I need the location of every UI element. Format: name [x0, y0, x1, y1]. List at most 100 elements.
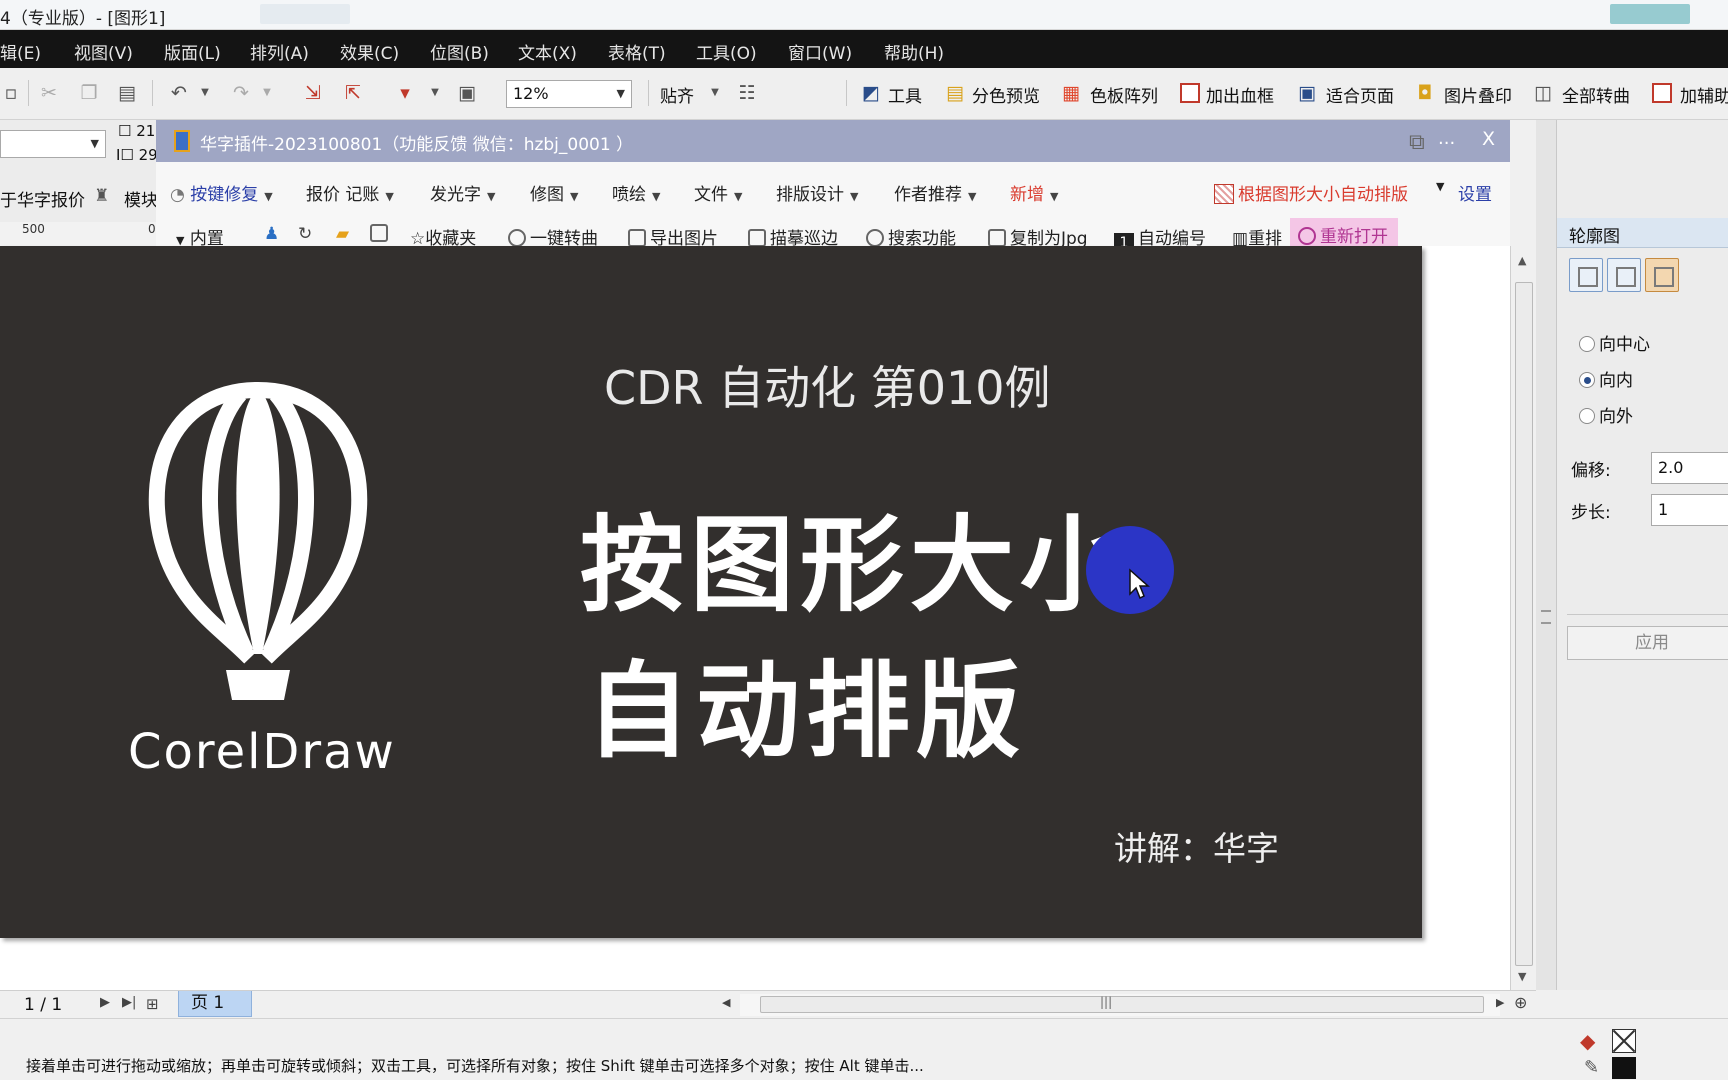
plugin-menu-layout-design[interactable]: 排版设计 ▼ — [776, 180, 858, 205]
vertical-scroll-thumb[interactable] — [1515, 282, 1533, 966]
chevron-down-icon: ▼ — [616, 87, 625, 100]
folder-icon[interactable]: ▰ — [336, 224, 349, 244]
paste-icon[interactable]: ▤ — [116, 82, 138, 104]
vertical-scrollbar[interactable]: ▲ ▼ — [1510, 246, 1536, 990]
page-width-field[interactable]: ☐ 21 — [118, 122, 155, 140]
plugin-close-button[interactable]: X — [1482, 128, 1495, 150]
contour-docker: ⧉ 轮廓图 向中心 向内 向外 偏移: 2.0 步长: 1 应用 — [1409, 120, 1728, 990]
page-navigator: 1 / 1 ▶ ▶| ⊞ 页 1 ◀ ||| ▶ ⊕ — [0, 990, 1536, 1018]
horizontal-scrollbar[interactable]: ||| — [740, 994, 1500, 1016]
page-size-select[interactable]: ▼ — [0, 130, 106, 158]
offset-input[interactable]: 2.0 — [1651, 452, 1728, 484]
add-bleed-frame-button[interactable]: 加出血框 — [1206, 82, 1274, 107]
fill-color-swatch[interactable] — [1612, 1029, 1636, 1053]
page-height-field[interactable]: I☐ 29 — [116, 146, 158, 164]
add-page-icon[interactable]: ⊞ — [146, 995, 159, 1013]
apply-button[interactable]: 应用 — [1567, 626, 1728, 660]
horizontal-ruler[interactable]: 500 0 — [0, 222, 160, 248]
mouse-pointer-icon — [1129, 568, 1150, 600]
redo-icon[interactable]: ↷ — [230, 82, 252, 104]
restore-window-icon[interactable]: ⧉ — [1409, 130, 1425, 155]
plugin-menu-glow-letters[interactable]: 发光字 ▼ — [430, 180, 495, 205]
contour-inside-button[interactable] — [1607, 258, 1641, 292]
module-button[interactable]: 模块 — [124, 186, 158, 211]
docker-divider — [1567, 614, 1728, 615]
radio-selected-icon — [1579, 372, 1595, 388]
fit-page-button[interactable]: 适合页面 — [1326, 82, 1394, 107]
steps-input[interactable]: 1 — [1651, 494, 1728, 526]
horizontal-scroll-thumb[interactable] — [760, 996, 1484, 1013]
contour-to-center-button[interactable] — [1569, 258, 1603, 292]
outline-color-swatch[interactable] — [1612, 1057, 1636, 1079]
ruler-tick-label: 500 — [22, 222, 45, 236]
snap-to-button[interactable]: 贴齐 — [660, 82, 694, 107]
radio-to-center[interactable]: 向中心 — [1579, 330, 1650, 355]
cut-icon[interactable]: ✂ — [38, 82, 60, 104]
plugin-menu-key-repair[interactable]: ◔ 按键修复 ▼ — [170, 180, 273, 205]
import-icon[interactable]: ⇲ — [302, 82, 324, 104]
docker-header[interactable]: 轮廓图 — [1557, 218, 1728, 248]
user-icon[interactable]: ♟ — [264, 224, 279, 244]
menu-layout[interactable]: 版面(L) — [164, 39, 221, 64]
plugin-menu-new[interactable]: 新增 ▼ — [1010, 180, 1058, 205]
scroll-down-icon[interactable]: ▼ — [1518, 970, 1526, 983]
menu-bar: 辑(E) 视图(V) 版面(L) 排列(A) 效果(C) 位图(B) 文本(X)… — [0, 30, 1728, 68]
menu-window[interactable]: 窗口(W) — [788, 39, 852, 64]
plugin-titlebar[interactable]: 华字插件-2023100801（功能反馈 微信：hzbj_0001 ） ... … — [156, 120, 1510, 162]
scroll-right-icon[interactable]: ▶ — [1496, 996, 1504, 1009]
export-icon[interactable]: ⇱ — [342, 82, 364, 104]
quote-button[interactable]: 于华字报价 — [0, 186, 85, 211]
menu-bitmaps[interactable]: 位图(B) — [430, 39, 489, 64]
scroll-left-icon[interactable]: ◀ — [722, 996, 730, 1009]
undo-icon[interactable]: ↶ — [168, 82, 190, 104]
radio-inside[interactable]: 向内 — [1579, 366, 1633, 391]
docker-splitter[interactable] — [1536, 120, 1556, 990]
radio-circle-icon — [1579, 408, 1595, 424]
last-page-icon[interactable]: ▶| — [122, 995, 136, 1010]
menu-arrange[interactable]: 排列(A) — [250, 39, 309, 64]
next-page-icon[interactable]: ▶ — [100, 995, 110, 1010]
plugin-menu-author-picks[interactable]: 作者推荐 ▼ — [894, 180, 976, 205]
plugin-minimize-button[interactable]: ... — [1438, 128, 1455, 149]
image-overprint-button[interactable]: 图片叠印 — [1444, 82, 1512, 107]
snap-dropdown-icon[interactable]: ▼ — [704, 82, 726, 104]
zoom-navigator-icon[interactable]: ⊕ — [1514, 993, 1527, 1012]
menu-help[interactable]: 帮助(H) — [884, 39, 944, 64]
settings-button[interactable]: 设置 — [1458, 180, 1492, 205]
convert-all-to-curves-button[interactable]: 全部转曲 — [1562, 82, 1630, 107]
auto-layout-dropdown-icon[interactable]: ▼ — [1436, 180, 1444, 193]
chevron-down-icon: ▼ — [850, 190, 859, 203]
scroll-up-icon[interactable]: ▲ — [1518, 254, 1526, 267]
open-icon[interactable]: ▫ — [0, 82, 22, 104]
plugin-menu-quote[interactable]: 报价 记账 ▼ — [306, 180, 394, 205]
application-launcher-icon[interactable]: ▾ — [394, 82, 416, 104]
redo-dropdown-icon[interactable]: ▼ — [256, 82, 278, 104]
auto-layout-button[interactable]: 根据图形大小自动排版 — [1214, 180, 1408, 205]
text-tool-icon[interactable] — [370, 224, 392, 244]
copy-icon[interactable]: ❐ — [78, 82, 100, 104]
page-tab[interactable]: 页 1 — [178, 991, 252, 1017]
zoom-level-select[interactable]: 12% ▼ — [506, 80, 632, 108]
menu-effects[interactable]: 效果(C) — [340, 39, 399, 64]
menu-view[interactable]: 视图(V) — [74, 39, 133, 64]
undo-dropdown-icon[interactable]: ▼ — [194, 82, 216, 104]
menu-tools[interactable]: 工具(O) — [696, 39, 757, 64]
menu-text[interactable]: 文本(X) — [518, 39, 577, 64]
menu-edit[interactable]: 辑(E) — [0, 39, 41, 64]
options-icon[interactable]: ☷ — [736, 82, 758, 104]
radio-outside[interactable]: 向外 — [1579, 402, 1633, 427]
file-label: 文件 — [694, 185, 728, 205]
palette-array-button[interactable]: 色板阵列 — [1090, 82, 1158, 107]
contour-outside-button[interactable] — [1645, 258, 1679, 292]
plugin-menu-spray[interactable]: 喷绘 ▼ — [612, 180, 660, 205]
refresh-icon[interactable]: ↻ — [298, 224, 312, 244]
plugin-menu-retouch[interactable]: 修图 ▼ — [530, 180, 578, 205]
plugin-menu-file[interactable]: 文件 ▼ — [694, 180, 742, 205]
launcher-dropdown-icon[interactable]: ▼ — [424, 82, 446, 104]
menu-table[interactable]: 表格(T) — [608, 39, 666, 64]
tools-button[interactable]: 工具 — [888, 82, 922, 107]
chevron-down-icon: ▼ — [90, 137, 99, 150]
add-guides-button[interactable]: 加辅助 — [1680, 82, 1728, 107]
welcome-screen-icon[interactable]: ▣ — [456, 82, 478, 104]
color-separation-preview-button[interactable]: 分色预览 — [972, 82, 1040, 107]
